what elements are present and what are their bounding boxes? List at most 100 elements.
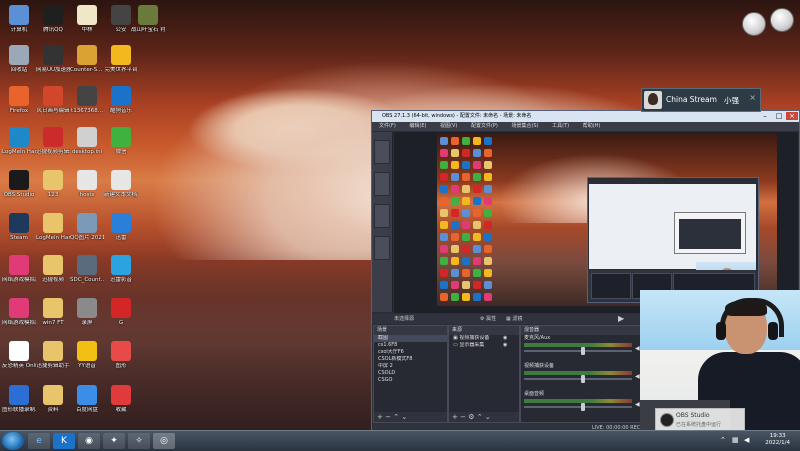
desktop-icon[interactable]: 图形联播录制工具 [2,385,36,414]
volume-fader[interactable] [524,378,632,380]
speaker-icon[interactable]: ◀ [635,373,640,380]
desktop-icon[interactable]: 新建文本文档.txt [104,170,138,199]
orb-widget-icon[interactable] [742,12,766,36]
desktop-icon[interactable]: 计算机 [2,5,36,34]
desktop-icon[interactable]: 风日画与编辑 [36,86,70,115]
desktop-icon[interactable]: 迅捷剪辑助手 [36,341,70,370]
desktop-icon[interactable]: 迅捷视频剪辑软件 [36,127,70,156]
obs-tray-notification[interactable]: OBS Studio 已在系统托盘中运行 [655,408,745,432]
add-icon[interactable]: + [452,413,458,421]
desktop-icon[interactable]: 网络游戏模拟器工具 [2,255,36,284]
visibility-eye-icon[interactable]: ◉ [503,335,507,342]
desktop-icon[interactable]: t1367368... [70,86,104,115]
source-item[interactable]: ▭ 显示器采集 ◉ [449,342,519,349]
desktop-icon[interactable]: hosts [70,170,104,199]
remove-icon[interactable]: − [385,413,391,421]
speaker-icon[interactable]: ◀ [635,345,640,352]
desktop-icon[interactable]: QQ图片 20211212... [70,213,104,242]
menu-tools[interactable]: 工具(T) [552,123,569,129]
filters-button[interactable]: ▦ 滤镜 [506,314,522,324]
desktop-icon[interactable]: 百度网盘 [70,385,104,414]
desktop-icon[interactable]: 反恐精英 Online [2,341,36,370]
menu-profile[interactable]: 配置文件(P) [471,123,498,129]
dock-tab[interactable] [374,236,390,260]
speaker-icon[interactable]: ◀ [635,401,640,408]
close-icon[interactable]: × [749,93,756,102]
scene-item[interactable]: cs1.6F8 [374,342,447,349]
desktop-icon[interactable]: 迅捷视频 [36,255,70,284]
scene-item[interactable]: 截图 [374,335,447,342]
menu-scene-collection[interactable]: 场景集合(S) [511,123,538,129]
volume-slider-handle[interactable] [581,375,586,383]
move-up-icon[interactable]: ⌃ [477,413,483,421]
desktop-icon[interactable]: 酷狗音乐 [104,86,138,115]
volume-slider-handle[interactable] [581,347,586,355]
obs-icon[interactable]: ◎ [153,433,175,449]
desktop-icon[interactable]: LogMeIn Hamachi [2,127,36,156]
ie-icon[interactable]: e [28,433,50,449]
desktop-icon[interactable]: 资料 [36,385,70,414]
desktop-icon[interactable]: 迅雷 [104,213,138,242]
volume-fader[interactable] [524,350,632,352]
desktop-icon[interactable]: 完美世界平台 [104,45,138,74]
steam-icon[interactable]: ◉ [78,433,100,449]
desktop-icon[interactable]: win7 FT [36,298,70,327]
menu-view[interactable]: 视图(V) [440,123,457,129]
volume-icon[interactable]: ◀ [744,436,752,444]
remove-icon[interactable]: − [460,413,466,421]
desktop-icon[interactable]: desktop.ini [70,127,104,156]
desktop-icon[interactable]: 123 [36,170,70,199]
tray-up-arrow-icon[interactable]: ⌃ [720,436,728,444]
minimize-icon[interactable]: – [759,112,771,120]
chat-toast[interactable]: China Stream 小强 × [641,88,761,112]
move-down-icon[interactable]: ⌄ [485,413,491,421]
play-icon[interactable]: ▶ [618,314,624,324]
volume-fader[interactable] [524,406,632,408]
scene-item[interactable]: 中屏 2 [374,363,447,370]
desktop-icon[interactable]: G [104,298,138,327]
desktop-icon[interactable]: Counter-S... Global Off... [70,45,104,74]
start-button[interactable] [2,432,24,450]
scene-item[interactable]: csol大厅F6 [374,349,447,356]
gear-icon[interactable]: ⚙ [468,413,474,421]
desktop-icon[interactable]: 微信 [104,127,138,156]
desktop-icon[interactable]: 收藏 [104,385,138,414]
desktop-icon[interactable]: Steam [2,213,36,242]
desktop-icon[interactable]: 战山叶宝石 衬面.png [131,5,165,34]
scene-item[interactable]: CSOL新模式F8 [374,356,447,363]
obs-preview[interactable] [394,132,798,313]
clean-ball-icon[interactable] [770,8,794,32]
maximize-icon[interactable]: □ [773,112,785,120]
desktop-icon[interactable]: 网络游戏模拟器 [2,298,36,327]
desktop-icon[interactable]: 迅雷影音 [104,255,138,284]
desktop-icon[interactable]: OBS Studio [2,170,36,199]
desktop-icon[interactable]: LogMeIn Hamachi [36,213,70,242]
obs-titlebar[interactable]: OBS 27.1.3 (64-bit, windows) - 配置文件: 未命名… [372,111,799,122]
desktop-icon[interactable]: 网易UU加速器 [36,45,70,74]
desktop-icon[interactable]: 中林 [70,5,104,34]
csgo-icon[interactable]: ✧ [128,433,150,449]
desktop-icon[interactable]: Firefox [2,86,36,115]
desktop-icon[interactable]: SDC_Count... Online [70,255,104,284]
scene-item[interactable]: CSOLD [374,370,447,377]
move-up-icon[interactable]: ⌃ [393,413,399,421]
clock[interactable]: 19:33 2022/1/4 [765,433,790,447]
desktop-icon[interactable]: 腾讯QQ [36,5,70,34]
dock-tab[interactable] [374,140,390,164]
menu-edit[interactable]: 编辑(E) [409,123,426,129]
add-icon[interactable]: + [377,413,383,421]
dock-tab[interactable] [374,172,390,196]
menu-help[interactable]: 帮助(H) [583,123,601,129]
move-down-icon[interactable]: ⌄ [401,413,407,421]
network-icon[interactable]: ▦ [732,436,740,444]
cs-online-icon[interactable]: ✦ [103,433,125,449]
menu-file[interactable]: 文件(F) [379,123,396,129]
kugou-icon[interactable]: K [53,433,75,449]
visibility-eye-icon[interactable]: ◉ [503,342,507,349]
volume-slider-handle[interactable] [581,403,586,411]
desktop-icon[interactable]: 图形 [104,341,138,370]
desktop-icon[interactable]: YY语音 [70,341,104,370]
dock-tab[interactable] [374,204,390,228]
desktop-icon[interactable]: 录屏 [70,298,104,327]
source-item[interactable]: ▣ 视频捕获设备 ◉ [449,335,519,342]
